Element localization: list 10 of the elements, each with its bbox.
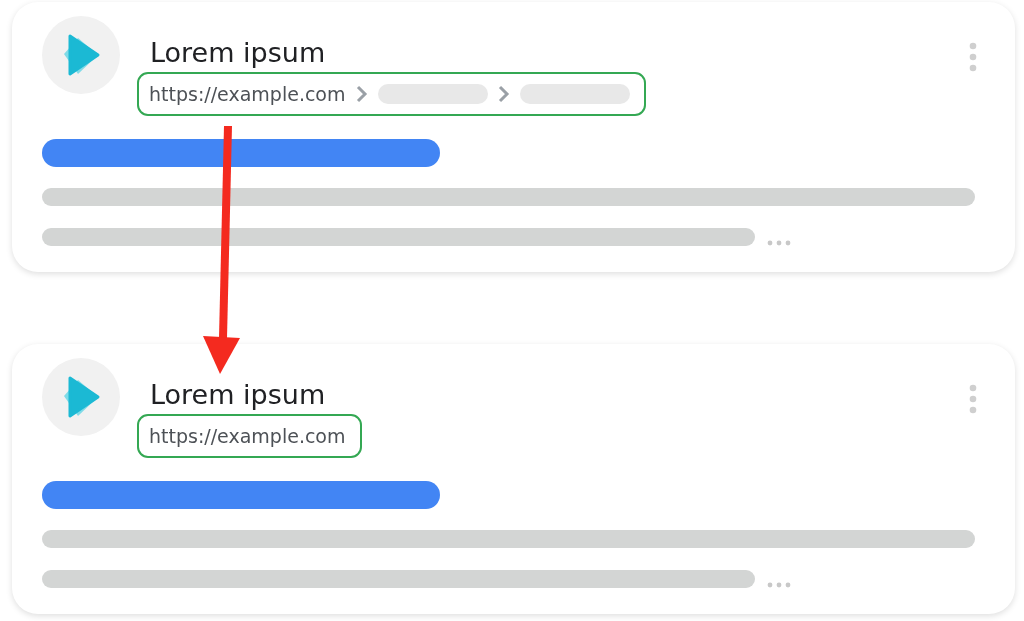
ellipsis-icon bbox=[767, 582, 791, 588]
ellipsis-icon bbox=[767, 240, 791, 246]
url-text: https://example.com bbox=[149, 424, 346, 448]
result-title: Lorem ipsum bbox=[149, 36, 326, 70]
result-title: Lorem ipsum bbox=[149, 378, 326, 412]
url-text: https://example.com bbox=[149, 82, 346, 106]
chevron-icon bbox=[355, 85, 368, 103]
more-menu-icon[interactable] bbox=[969, 42, 977, 72]
chevron-icon bbox=[497, 85, 510, 103]
more-menu-icon[interactable] bbox=[969, 384, 977, 414]
